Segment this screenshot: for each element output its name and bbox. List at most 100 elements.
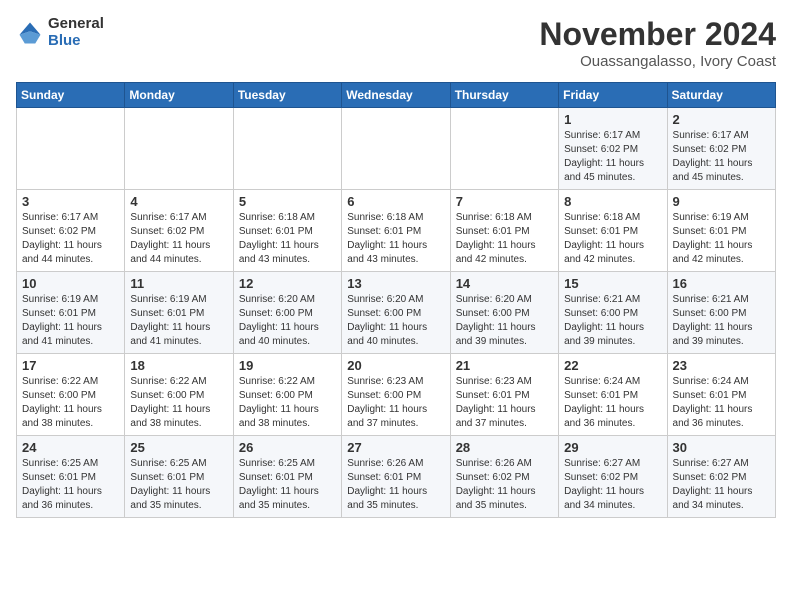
day-info: Sunrise: 6:23 AM Sunset: 6:01 PM Dayligh… <box>456 375 553 431</box>
day-info: Sunrise: 6:22 AM Sunset: 6:00 PM Dayligh… <box>239 375 336 431</box>
calendar-cell: 23 Sunrise: 6:24 AM Sunset: 6:01 PM Dayli… <box>667 354 775 436</box>
calendar-week-row-4: 17 Sunrise: 6:22 AM Sunset: 6:00 PM Dayli… <box>17 354 776 436</box>
day-number: 16 <box>673 276 770 291</box>
day-info: Sunrise: 6:17 AM Sunset: 6:02 PM Dayligh… <box>22 211 119 267</box>
page-header: General Blue November 2024 Ouassangalass… <box>16 16 776 70</box>
day-number: 4 <box>130 194 227 209</box>
day-info: Sunrise: 6:22 AM Sunset: 6:00 PM Dayligh… <box>22 375 119 431</box>
calendar-week-row-2: 3 Sunrise: 6:17 AM Sunset: 6:02 PM Daylig… <box>17 190 776 272</box>
calendar-cell <box>342 108 450 190</box>
calendar-body: 1Sunrise: 6:17 AM Sunset: 6:02 PM Daylig… <box>17 108 776 518</box>
weekday-header-saturday: Saturday <box>667 83 775 108</box>
calendar-week-row-3: 10Sunrise: 6:19 AM Sunset: 6:01 PM Dayli… <box>17 272 776 354</box>
calendar-cell: 6Sunrise: 6:18 AM Sunset: 6:01 PM Daylig… <box>342 190 450 272</box>
day-info: Sunrise: 6:24 AM Sunset: 6:01 PM Dayligh… <box>673 375 770 431</box>
day-info: Sunrise: 6:17 AM Sunset: 6:02 PM Dayligh… <box>673 129 770 185</box>
calendar-cell: 27Sunrise: 6:26 AM Sunset: 6:01 PM Dayli… <box>342 436 450 518</box>
calendar-cell: 2 Sunrise: 6:17 AM Sunset: 6:02 PM Daylig… <box>667 108 775 190</box>
calendar-cell <box>450 108 558 190</box>
title-block: November 2024 Ouassangalasso, Ivory Coas… <box>539 16 776 70</box>
calendar-cell: 26 Sunrise: 6:25 AM Sunset: 6:01 PM Dayli… <box>233 436 341 518</box>
calendar-cell: 18Sunrise: 6:22 AM Sunset: 6:00 PM Dayli… <box>125 354 233 436</box>
calendar-cell: 4Sunrise: 6:17 AM Sunset: 6:02 PM Daylig… <box>125 190 233 272</box>
calendar-cell: 28 Sunrise: 6:26 AM Sunset: 6:02 PM Dayli… <box>450 436 558 518</box>
weekday-header-monday: Monday <box>125 83 233 108</box>
calendar-cell: 8 Sunrise: 6:18 AM Sunset: 6:01 PM Daylig… <box>559 190 667 272</box>
calendar-cell: 12Sunrise: 6:20 AM Sunset: 6:00 PM Dayli… <box>233 272 341 354</box>
day-number: 11 <box>130 276 227 291</box>
day-number: 23 <box>673 358 770 373</box>
calendar-cell: 10Sunrise: 6:19 AM Sunset: 6:01 PM Dayli… <box>17 272 125 354</box>
day-info: Sunrise: 6:19 AM Sunset: 6:01 PM Dayligh… <box>22 293 119 349</box>
calendar-cell <box>233 108 341 190</box>
logo-blue-text: Blue <box>48 33 104 50</box>
calendar-cell: 19 Sunrise: 6:22 AM Sunset: 6:00 PM Dayli… <box>233 354 341 436</box>
calendar-cell: 11Sunrise: 6:19 AM Sunset: 6:01 PM Dayli… <box>125 272 233 354</box>
day-info: Sunrise: 6:24 AM Sunset: 6:01 PM Dayligh… <box>564 375 661 431</box>
day-number: 30 <box>673 440 770 455</box>
day-number: 28 <box>456 440 553 455</box>
day-info: Sunrise: 6:18 AM Sunset: 6:01 PM Dayligh… <box>564 211 661 267</box>
day-info: Sunrise: 6:26 AM Sunset: 6:02 PM Dayligh… <box>456 457 553 513</box>
day-number: 24 <box>22 440 119 455</box>
weekday-header-thursday: Thursday <box>450 83 558 108</box>
calendar-cell: 17 Sunrise: 6:22 AM Sunset: 6:00 PM Dayli… <box>17 354 125 436</box>
day-info: Sunrise: 6:25 AM Sunset: 6:01 PM Dayligh… <box>130 457 227 513</box>
day-info: Sunrise: 6:25 AM Sunset: 6:01 PM Dayligh… <box>239 457 336 513</box>
day-number: 6 <box>347 194 444 209</box>
weekday-header-sunday: Sunday <box>17 83 125 108</box>
weekday-header-tuesday: Tuesday <box>233 83 341 108</box>
calendar-cell: 16 Sunrise: 6:21 AM Sunset: 6:00 PM Dayli… <box>667 272 775 354</box>
calendar-cell: 20 Sunrise: 6:23 AM Sunset: 6:00 PM Dayli… <box>342 354 450 436</box>
calendar-cell: 14 Sunrise: 6:20 AM Sunset: 6:00 PM Dayli… <box>450 272 558 354</box>
day-number: 8 <box>564 194 661 209</box>
weekday-header-friday: Friday <box>559 83 667 108</box>
day-number: 19 <box>239 358 336 373</box>
day-info: Sunrise: 6:18 AM Sunset: 6:01 PM Dayligh… <box>456 211 553 267</box>
calendar-cell: 29Sunrise: 6:27 AM Sunset: 6:02 PM Dayli… <box>559 436 667 518</box>
day-info: Sunrise: 6:20 AM Sunset: 6:00 PM Dayligh… <box>347 293 444 349</box>
day-info: Sunrise: 6:21 AM Sunset: 6:00 PM Dayligh… <box>564 293 661 349</box>
calendar-cell: 1Sunrise: 6:17 AM Sunset: 6:02 PM Daylig… <box>559 108 667 190</box>
calendar-header: SundayMondayTuesdayWednesdayThursdayFrid… <box>17 83 776 108</box>
day-number: 20 <box>347 358 444 373</box>
calendar-cell <box>125 108 233 190</box>
calendar-cell: 25 Sunrise: 6:25 AM Sunset: 6:01 PM Dayli… <box>125 436 233 518</box>
day-number: 3 <box>22 194 119 209</box>
calendar-cell: 5 Sunrise: 6:18 AM Sunset: 6:01 PM Daylig… <box>233 190 341 272</box>
day-number: 14 <box>456 276 553 291</box>
calendar-cell: 3 Sunrise: 6:17 AM Sunset: 6:02 PM Daylig… <box>17 190 125 272</box>
day-info: Sunrise: 6:22 AM Sunset: 6:00 PM Dayligh… <box>130 375 227 431</box>
day-number: 12 <box>239 276 336 291</box>
calendar-cell: 30 Sunrise: 6:27 AM Sunset: 6:02 PM Dayli… <box>667 436 775 518</box>
calendar-cell: 13Sunrise: 6:20 AM Sunset: 6:00 PM Dayli… <box>342 272 450 354</box>
day-number: 15 <box>564 276 661 291</box>
logo-general-text: General <box>48 16 104 33</box>
day-number: 17 <box>22 358 119 373</box>
logo: General Blue <box>16 16 104 49</box>
day-info: Sunrise: 6:20 AM Sunset: 6:00 PM Dayligh… <box>456 293 553 349</box>
day-number: 22 <box>564 358 661 373</box>
calendar-cell: 22 Sunrise: 6:24 AM Sunset: 6:01 PM Dayli… <box>559 354 667 436</box>
day-info: Sunrise: 6:21 AM Sunset: 6:00 PM Dayligh… <box>673 293 770 349</box>
month-title: November 2024 <box>539 16 776 53</box>
day-number: 21 <box>456 358 553 373</box>
day-info: Sunrise: 6:25 AM Sunset: 6:01 PM Dayligh… <box>22 457 119 513</box>
day-number: 26 <box>239 440 336 455</box>
day-number: 25 <box>130 440 227 455</box>
day-info: Sunrise: 6:23 AM Sunset: 6:00 PM Dayligh… <box>347 375 444 431</box>
calendar-cell: 7Sunrise: 6:18 AM Sunset: 6:01 PM Daylig… <box>450 190 558 272</box>
calendar-cell <box>17 108 125 190</box>
calendar-cell: 9Sunrise: 6:19 AM Sunset: 6:01 PM Daylig… <box>667 190 775 272</box>
day-number: 2 <box>673 112 770 127</box>
day-info: Sunrise: 6:27 AM Sunset: 6:02 PM Dayligh… <box>673 457 770 513</box>
calendar-cell: 24 Sunrise: 6:25 AM Sunset: 6:01 PM Dayli… <box>17 436 125 518</box>
calendar-week-row-5: 24 Sunrise: 6:25 AM Sunset: 6:01 PM Dayli… <box>17 436 776 518</box>
day-info: Sunrise: 6:19 AM Sunset: 6:01 PM Dayligh… <box>673 211 770 267</box>
day-number: 5 <box>239 194 336 209</box>
day-info: Sunrise: 6:27 AM Sunset: 6:02 PM Dayligh… <box>564 457 661 513</box>
day-info: Sunrise: 6:17 AM Sunset: 6:02 PM Dayligh… <box>564 129 661 185</box>
day-info: Sunrise: 6:18 AM Sunset: 6:01 PM Dayligh… <box>239 211 336 267</box>
day-info: Sunrise: 6:26 AM Sunset: 6:01 PM Dayligh… <box>347 457 444 513</box>
calendar-table: SundayMondayTuesdayWednesdayThursdayFrid… <box>16 82 776 518</box>
